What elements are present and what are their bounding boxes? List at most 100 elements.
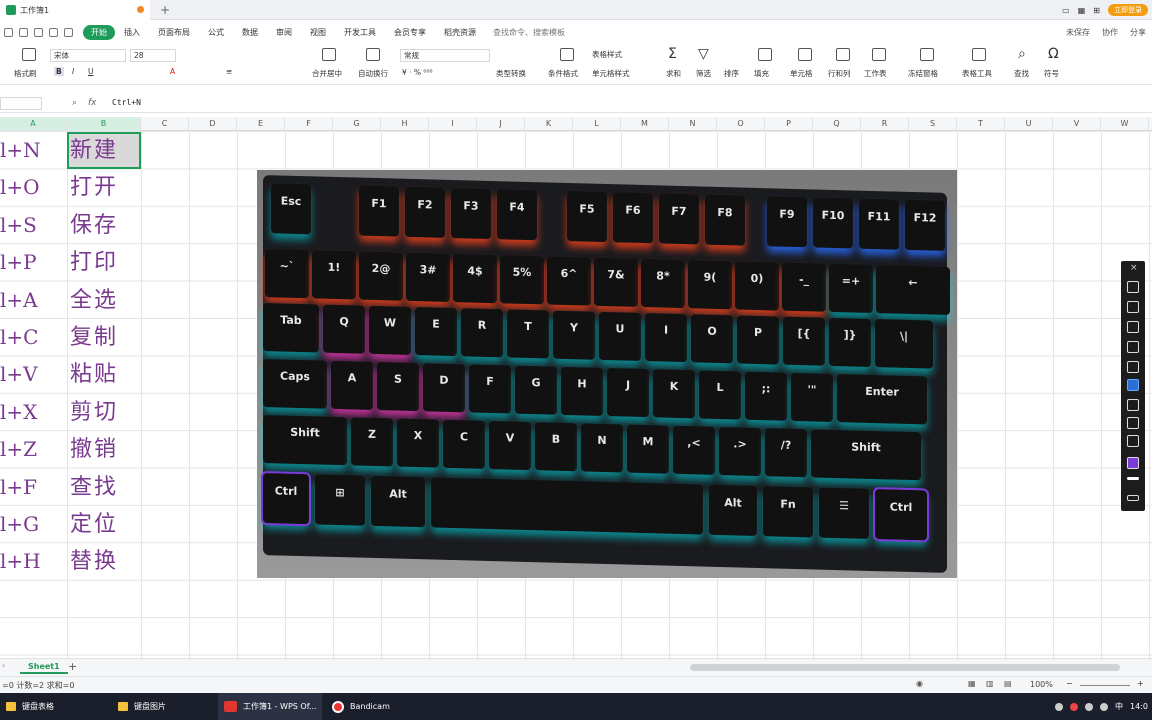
cell-shortcut[interactable]: l+C [0, 319, 66, 356]
cell-action[interactable]: 粘贴 [70, 356, 140, 393]
table-tools-icon[interactable] [972, 48, 986, 61]
pointer-icon[interactable] [1127, 281, 1139, 293]
menu-view[interactable]: 视图 [301, 27, 335, 38]
cell-shortcut[interactable]: l+H [0, 543, 66, 580]
zoom-out-button[interactable]: − [1066, 679, 1073, 688]
column-header-m[interactable]: M [621, 117, 669, 131]
cell-action[interactable]: 打印 [70, 244, 140, 281]
column-header-d[interactable]: D [189, 117, 237, 131]
merge-icon[interactable] [322, 48, 336, 61]
menu-home[interactable]: 开始 [83, 24, 115, 40]
cell-action[interactable]: 打开 [70, 169, 140, 206]
bold-button[interactable]: B [54, 67, 64, 76]
cell-shortcut[interactable]: l+N [0, 132, 66, 169]
stroke-width-icon[interactable] [1127, 477, 1139, 480]
column-header-v[interactable]: V [1053, 117, 1101, 131]
table-style-label[interactable]: 表格样式 [592, 49, 622, 60]
cell-shortcut[interactable]: l+O [0, 169, 66, 206]
taskbar-item-keyboard-images[interactable]: 键盘图片 [112, 693, 166, 720]
sheet-tab-sheet1[interactable]: Sheet1 [20, 661, 68, 674]
font-size-select[interactable]: 28 [130, 49, 176, 62]
horizontal-scrollbar[interactable] [690, 664, 1120, 671]
zoom-slider[interactable] [1080, 685, 1130, 686]
normal-view-icon[interactable]: ▦ [968, 679, 976, 688]
color-swatch-icon[interactable] [1127, 457, 1139, 469]
menu-developer[interactable]: 开发工具 [335, 27, 385, 38]
column-header-k[interactable]: K [525, 117, 573, 131]
cell-action[interactable]: 全选 [70, 282, 140, 319]
menu-review[interactable]: 审阅 [267, 27, 301, 38]
cell-icon[interactable] [798, 48, 812, 61]
print-icon[interactable] [19, 27, 28, 37]
cell-action[interactable]: 查找 [70, 469, 140, 506]
menu-data[interactable]: 数据 [233, 27, 267, 38]
document-tab[interactable]: 工作簿1 [0, 0, 150, 20]
zoom-level[interactable]: 100% [1030, 680, 1053, 689]
taskbar-item-keyboard-table[interactable]: 键盘表格 [0, 693, 54, 720]
collaborate-button[interactable]: 协作 [1102, 27, 1118, 38]
column-header-c[interactable]: C [141, 117, 189, 131]
view-eye-icon[interactable]: ◉ [916, 679, 923, 688]
align-left-icon[interactable]: ≡ [226, 67, 232, 76]
cell-action[interactable]: 撤销 [70, 431, 140, 468]
preview-icon[interactable] [34, 27, 43, 37]
column-header-i[interactable]: I [429, 117, 477, 131]
column-header-g[interactable]: G [333, 117, 381, 131]
underline-button[interactable]: U [88, 67, 94, 76]
percent-icon[interactable]: ¥ · % ⁰⁰⁰ [402, 68, 432, 77]
row-col-icon[interactable] [836, 48, 850, 61]
zoom-formula-icon[interactable]: ⌕ [72, 98, 77, 108]
fx-icon[interactable]: fx [88, 98, 97, 108]
column-header-u[interactable]: U [1005, 117, 1053, 131]
freeze-icon[interactable] [920, 48, 934, 61]
pen-icon[interactable] [1127, 301, 1139, 313]
page-break-view-icon[interactable]: ▤ [1004, 679, 1012, 688]
apps-icon[interactable]: ⊞ [1093, 6, 1100, 15]
cell-shortcut[interactable]: l+A [0, 282, 66, 319]
column-header-q[interactable]: Q [813, 117, 861, 131]
taskbar-item-bandicam[interactable]: Bandicam [326, 693, 390, 720]
column-header-p[interactable]: P [765, 117, 813, 131]
find-icon[interactable]: ⌕ [1018, 46, 1026, 62]
save-icon[interactable] [4, 27, 13, 37]
formula-input[interactable]: Ctrl+N [112, 98, 141, 107]
column-header-e[interactable]: E [237, 117, 285, 131]
cell-action[interactable]: 定位 [70, 506, 140, 543]
eraser-icon[interactable] [1127, 435, 1139, 447]
name-box[interactable] [0, 97, 42, 110]
menu-page-layout[interactable]: 页面布局 [149, 27, 199, 38]
fill-tool-icon[interactable] [1127, 399, 1139, 411]
tray-network-icon[interactable] [1085, 702, 1094, 711]
cell-action[interactable]: 保存 [70, 207, 140, 244]
command-search[interactable]: 查找命令、搜索模板 [493, 27, 565, 38]
highlighter-icon[interactable] [1127, 361, 1139, 373]
line-icon[interactable] [1127, 341, 1139, 353]
cell-action[interactable]: 替换 [70, 543, 140, 580]
cell-shortcut[interactable]: l+X [0, 394, 66, 431]
column-header-f[interactable]: F [285, 117, 333, 131]
cell-shortcut[interactable]: l+S [0, 207, 66, 244]
cell-action[interactable]: 复制 [70, 319, 140, 356]
add-sheet-button[interactable]: + [68, 660, 77, 673]
cell-action[interactable]: 新建 [70, 132, 140, 169]
filter-icon[interactable]: ▽ [698, 46, 709, 62]
grid-icon[interactable]: ▦ [1078, 6, 1086, 15]
sum-icon[interactable]: Σ [668, 46, 677, 62]
clock[interactable]: 14:0 [1130, 702, 1148, 711]
cell-style-label[interactable]: 单元格样式 [592, 68, 630, 79]
column-header-h[interactable]: H [381, 117, 429, 131]
close-icon[interactable]: × [1130, 263, 1138, 273]
keyboard-picture[interactable]: Esc F1 F2 F3 F4 F5 F6 F7 F8 F9 F10 F11 F12 ~` 1! 2@ 3# 4$… [257, 170, 957, 578]
font-select[interactable]: 宋体 [50, 49, 126, 62]
number-format-select[interactable]: 常规 [400, 49, 490, 62]
tray-record-icon[interactable] [1070, 702, 1079, 711]
column-header-b[interactable]: B [67, 117, 141, 131]
sheet-nav-icon[interactable]: ‹ [2, 661, 5, 670]
taskbar-item-wps[interactable]: 工作簿1 - WPS Of... [218, 693, 322, 720]
menu-resources[interactable]: 稻壳资源 [435, 27, 485, 38]
wrap-icon[interactable] [366, 48, 380, 61]
column-header-l[interactable]: L [573, 117, 621, 131]
menu-formulas[interactable]: 公式 [199, 27, 233, 38]
column-header-n[interactable]: N [669, 117, 717, 131]
column-header-s[interactable]: S [909, 117, 957, 131]
